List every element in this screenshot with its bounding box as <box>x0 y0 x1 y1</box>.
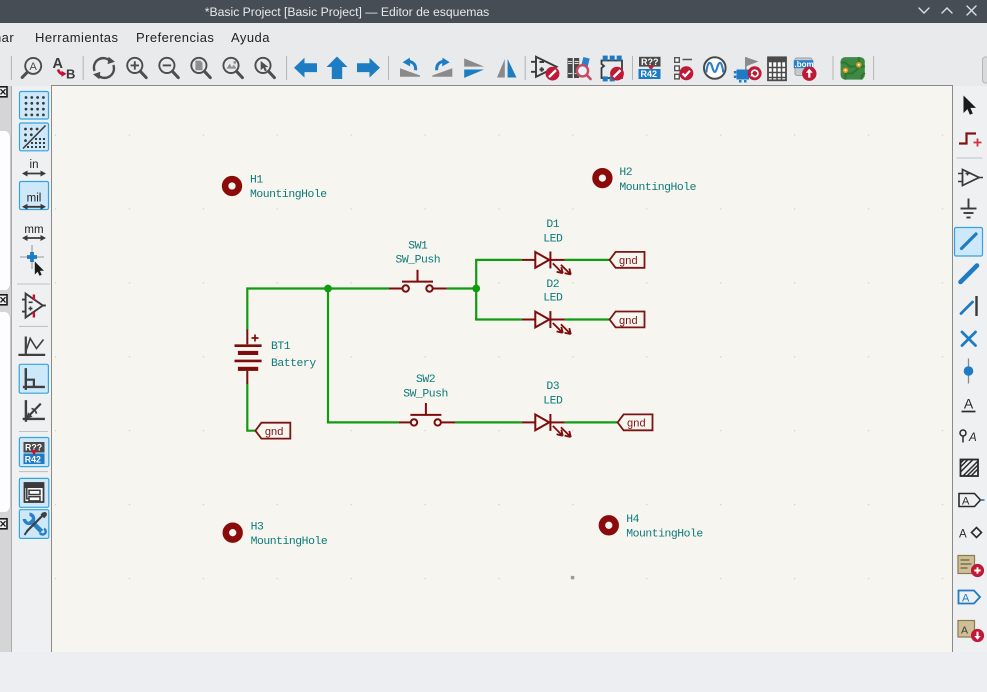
svg-text:A: A <box>968 432 977 444</box>
svg-text:mil: mil <box>27 193 42 205</box>
svg-text:H4: H4 <box>626 514 639 526</box>
svg-text:SW_Push: SW_Push <box>395 255 440 267</box>
svg-text:H3: H3 <box>251 522 264 534</box>
svg-text:in: in <box>30 159 39 171</box>
svg-text:A: A <box>964 396 974 412</box>
svg-text:gnd: gnd <box>619 316 638 328</box>
svg-text:MountingHole: MountingHole <box>619 182 696 194</box>
svg-text:D2: D2 <box>546 279 559 291</box>
svg-text:R42: R42 <box>25 454 41 464</box>
svg-text:SW1: SW1 <box>408 240 428 252</box>
svg-text:A: A <box>962 496 970 508</box>
svg-text:MountingHole: MountingHole <box>250 189 327 201</box>
svg-text:B: B <box>66 66 75 81</box>
svg-text:LED: LED <box>543 293 563 305</box>
svg-text:R42: R42 <box>641 69 658 79</box>
svg-text:A: A <box>962 593 970 605</box>
svg-text:mm: mm <box>24 224 43 236</box>
svg-text:D3: D3 <box>546 381 559 393</box>
svg-text:gnd: gnd <box>265 427 284 439</box>
svg-text:D1: D1 <box>546 219 559 231</box>
svg-text:H2: H2 <box>619 167 632 179</box>
svg-text:Battery: Battery <box>271 358 316 370</box>
svg-text:MountingHole: MountingHole <box>251 536 328 548</box>
svg-text:gnd: gnd <box>627 419 646 431</box>
svg-text:BT1: BT1 <box>271 341 291 353</box>
svg-text:LED: LED <box>543 395 563 407</box>
svg-text:SW2: SW2 <box>416 374 436 386</box>
svg-text:H1: H1 <box>250 175 263 187</box>
svg-text:A: A <box>959 529 967 541</box>
svg-text:R??: R?? <box>641 57 659 67</box>
svg-text:SW_Push: SW_Push <box>403 388 448 400</box>
svg-text:LED: LED <box>543 234 563 246</box>
svg-text:MountingHole: MountingHole <box>626 529 703 541</box>
svg-text:A: A <box>961 625 968 637</box>
svg-text:A: A <box>30 61 38 73</box>
svg-text:gnd: gnd <box>619 256 638 268</box>
